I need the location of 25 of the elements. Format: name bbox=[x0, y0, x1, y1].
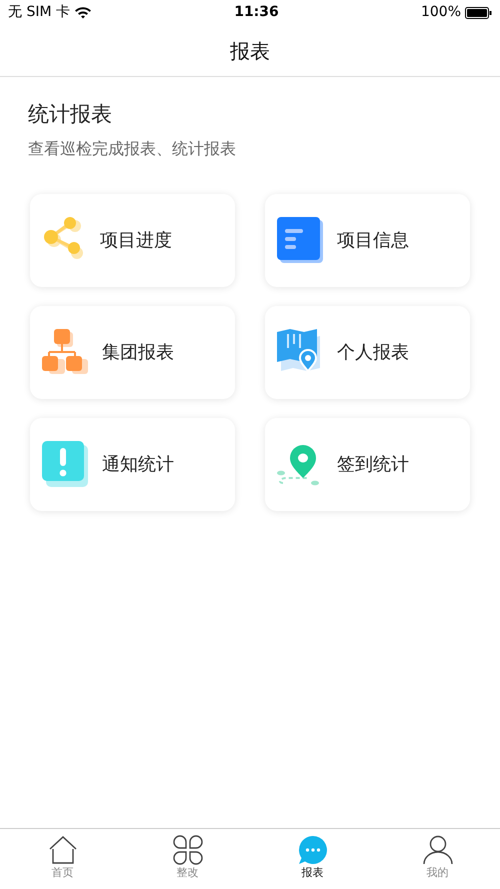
document-icon bbox=[277, 217, 323, 263]
org-chart-icon bbox=[42, 329, 88, 375]
page-title: 报表 bbox=[230, 38, 270, 64]
time-text: 11:36 bbox=[234, 3, 279, 22]
battery-text: 100% bbox=[420, 3, 462, 22]
clover-icon bbox=[172, 835, 202, 865]
report-card[interactable]: 通知统计 bbox=[30, 418, 235, 510]
user-icon bbox=[422, 835, 452, 865]
tab-bar-item[interactable]: 首页 bbox=[0, 829, 125, 889]
report-card[interactable]: 集团报表 bbox=[30, 306, 235, 398]
battery-icon bbox=[465, 6, 492, 18]
home-icon bbox=[48, 835, 78, 865]
section-subtitle: 查看巡检完成报表、统计报表 bbox=[28, 138, 237, 160]
tab-bar-item[interactable]: 报表 bbox=[250, 829, 375, 889]
wifi-icon bbox=[74, 6, 92, 19]
chat-bubble-icon bbox=[298, 835, 328, 865]
exclamation-icon bbox=[42, 441, 88, 487]
report-card[interactable]: 项目信息 bbox=[265, 194, 470, 286]
tab-bar-item[interactable]: 整改 bbox=[125, 829, 250, 889]
section-title: 统计报表 bbox=[28, 101, 113, 128]
tab-bar-item[interactable]: 我的 bbox=[375, 829, 500, 889]
report-card[interactable]: 项目进度 bbox=[30, 194, 235, 286]
report-card[interactable]: 个人报表 bbox=[265, 306, 470, 398]
carrier-text: 无 SIM 卡 bbox=[8, 3, 70, 22]
report-card[interactable]: 签到统计 bbox=[265, 418, 470, 510]
